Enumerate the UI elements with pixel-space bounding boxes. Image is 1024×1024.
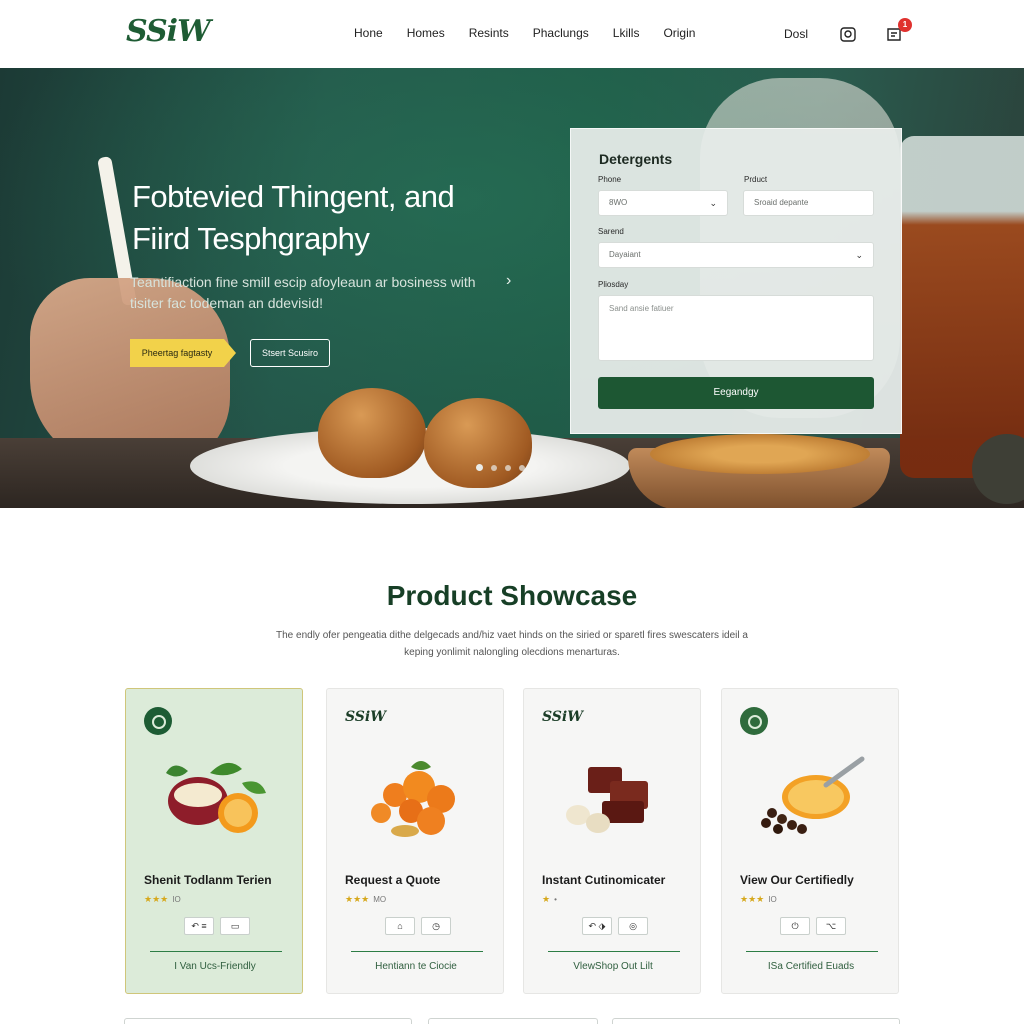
stars-icon: ★ bbox=[542, 894, 551, 904]
phone-label: Phone bbox=[598, 175, 622, 184]
product-label: Prduct bbox=[744, 175, 768, 184]
chevron-down-icon: ⌄ bbox=[855, 250, 863, 260]
account-icon[interactable] bbox=[838, 24, 858, 44]
carousel-dot-2[interactable] bbox=[491, 464, 497, 471]
product-title: Request a Quote bbox=[345, 873, 441, 887]
card-link[interactable]: I Van Ucs-Friendly bbox=[126, 961, 304, 972]
rating-text: IO bbox=[768, 895, 777, 904]
option-icon[interactable]: ⌥ bbox=[816, 917, 846, 935]
hero-photo-glass bbox=[900, 136, 1024, 478]
message-textarea[interactable]: Sand ansie fatiuer bbox=[598, 295, 874, 361]
nav-item-resints[interactable]: Resints bbox=[469, 26, 509, 40]
hero-primary-button[interactable]: Pheertag fagtasty bbox=[130, 339, 236, 367]
phone-select[interactable]: 8WO ⌄ bbox=[598, 190, 728, 216]
compare-button[interactable]: ↶ ⬗ bbox=[582, 917, 612, 935]
hero-photo-chips bbox=[650, 434, 870, 474]
carousel-dot-4[interactable] bbox=[519, 464, 525, 471]
card-actions: ↶ ≡ ▭ bbox=[184, 917, 250, 935]
card-link[interactable]: Hentiann te Ciocie bbox=[327, 961, 505, 972]
stars-icon: ★★★ bbox=[740, 894, 765, 904]
card-divider bbox=[548, 951, 680, 952]
card-brand-logo: SSiW bbox=[542, 709, 583, 725]
product-input[interactable]: Sroaid depante bbox=[743, 190, 874, 216]
target-icon[interactable]: ◎ bbox=[618, 917, 648, 935]
card-divider bbox=[150, 951, 282, 952]
stars-icon: ★★★ bbox=[345, 894, 370, 904]
product-title: Shenit Todlanm Terien bbox=[144, 873, 272, 887]
nav-item-homes[interactable]: Homes bbox=[407, 26, 445, 40]
compare-button[interactable]: ↶ ≡ bbox=[184, 917, 214, 935]
product-image-chocolate bbox=[566, 767, 648, 833]
product-card[interactable]: Shenit Todlanm Terien ★★★ IO ↶ ≡ ▭ I Van … bbox=[125, 688, 303, 994]
stars-icon: ★★★ bbox=[144, 894, 169, 904]
card-actions: ↶ ⬗ ◎ bbox=[582, 917, 648, 935]
card-link[interactable]: VlewShop Out Lilt bbox=[524, 961, 702, 972]
card-actions: ⏻ ⌥ bbox=[780, 917, 846, 935]
form-submit-button[interactable]: Eegandgy bbox=[598, 377, 874, 409]
product-card[interactable]: View Our Certifiedly ★★★ IO ⏻ ⌥ ISa Certi… bbox=[721, 688, 899, 994]
product-card[interactable]: SSiW Request a Quote ★★★ MO ⌂ ◷ Hentiann … bbox=[326, 688, 504, 994]
nav-item-lkills[interactable]: Lkills bbox=[613, 26, 640, 40]
form-title: Detergents bbox=[599, 151, 673, 167]
product-title: Instant Cutinomicater bbox=[542, 873, 666, 887]
header-actions: Dosl 1 bbox=[784, 18, 930, 44]
product-image-oranges bbox=[371, 761, 455, 837]
card-brand-logo: SSiW bbox=[345, 709, 386, 725]
rating-text: MO bbox=[373, 895, 387, 904]
certified-seal-icon bbox=[740, 707, 768, 735]
carousel-dot-3[interactable] bbox=[505, 464, 511, 471]
next-row-card bbox=[612, 1018, 900, 1024]
chevron-right-icon[interactable]: › bbox=[506, 272, 511, 290]
hero-photo-bun bbox=[424, 398, 532, 488]
power-icon[interactable]: ⏻ bbox=[780, 917, 810, 935]
card-actions: ⌂ ◷ bbox=[385, 917, 451, 935]
header-link-dosl[interactable]: Dosl bbox=[784, 27, 808, 41]
card-link[interactable]: ISa Certified Euads bbox=[722, 961, 900, 972]
chevron-down-icon: ⌄ bbox=[709, 198, 717, 208]
message-label: Pliosday bbox=[598, 280, 629, 289]
carousel-dot-1[interactable] bbox=[476, 464, 483, 471]
site-header: SSiW Hone Homes Resints Phaclungs Lkills… bbox=[0, 0, 1024, 68]
star-rating: ★★★ IO bbox=[740, 894, 777, 905]
star-rating: ★★★ MO bbox=[345, 894, 386, 905]
card-divider bbox=[746, 951, 878, 952]
product-image-fruit bbox=[166, 762, 266, 833]
main-nav: Hone Homes Resints Phaclungs Lkills Orig… bbox=[354, 26, 719, 40]
cart-badge: 1 bbox=[898, 18, 913, 32]
next-row-card bbox=[428, 1018, 598, 1024]
card-divider bbox=[351, 951, 483, 952]
sarend-select-value: Dayaiant bbox=[609, 250, 641, 259]
phone-select-value: 8WO bbox=[609, 198, 628, 207]
home-icon[interactable]: ⌂ bbox=[385, 917, 415, 935]
star-rating: ★ • bbox=[542, 894, 557, 905]
quick-view-button[interactable]: ▭ bbox=[220, 917, 250, 935]
product-card[interactable]: SSiW Instant Cutinomicater ★ • ↶ ⬗ ◎ Vlew… bbox=[523, 688, 701, 994]
next-row-card bbox=[124, 1018, 412, 1024]
nav-item-phaclungs[interactable]: Phaclungs bbox=[533, 26, 589, 40]
sarend-label: Sarend bbox=[598, 227, 624, 236]
showcase-title: Product Showcase bbox=[386, 580, 638, 611]
rating-text: IO bbox=[172, 895, 181, 904]
carousel-dots bbox=[476, 464, 525, 471]
nav-item-origin[interactable]: Origin bbox=[663, 26, 695, 40]
sarend-select[interactable]: Dayaiant ⌄ bbox=[598, 242, 874, 268]
hero-secondary-button[interactable]: Stsert Scusiro bbox=[250, 339, 330, 367]
clock-icon[interactable]: ◷ bbox=[421, 917, 451, 935]
rating-text: • bbox=[554, 895, 557, 904]
product-title: View Our Certifiedly bbox=[740, 873, 854, 887]
cart-icon[interactable]: 1 bbox=[884, 18, 913, 44]
showcase-subtitle: The endly ofer pengeatia dithe delgecads… bbox=[276, 630, 748, 658]
product-image-coffee-orange bbox=[761, 756, 865, 834]
leaf-badge-icon bbox=[144, 707, 172, 735]
hero-subtitle: Teantifiaction fine smill escip afoyleau… bbox=[130, 274, 476, 311]
hero-title: Fobtevied Thingent, and Fiird Tesphgraph… bbox=[132, 179, 455, 256]
inquiry-form: Detergents Phone Prduct 8WO ⌄ Sroaid dep… bbox=[570, 128, 902, 434]
star-rating: ★★★ IO bbox=[144, 894, 181, 905]
nav-item-home[interactable]: Hone bbox=[354, 26, 383, 40]
brand-logo[interactable]: SSiW bbox=[126, 14, 211, 49]
hero-photo-bun bbox=[318, 388, 426, 478]
